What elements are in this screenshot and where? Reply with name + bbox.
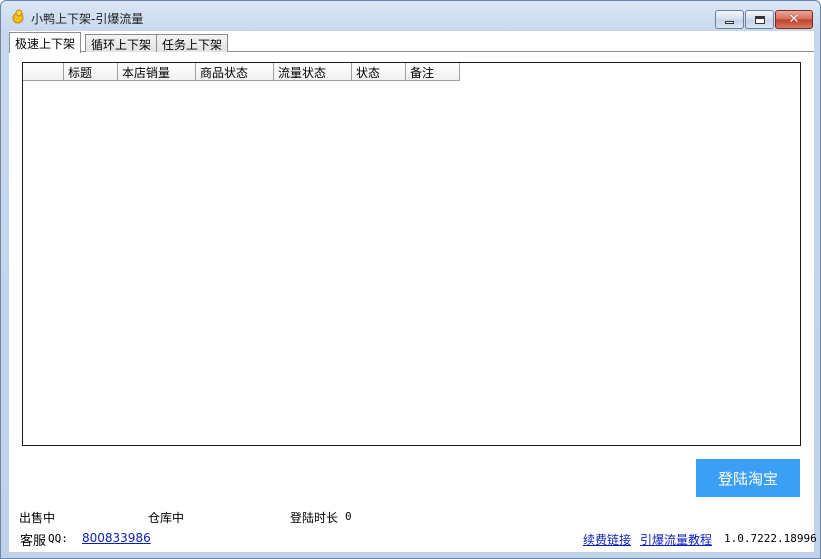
minimize-icon (725, 21, 734, 24)
column-header-remarks[interactable]: 备注 (406, 63, 460, 81)
login-duration-value: 0 (345, 510, 352, 523)
app-window: 小鸭上下架-引爆流量 ✕ 极速上下架 循环上下架 任务上下架 标题 本店销量 商… (0, 0, 821, 559)
minimize-button[interactable] (715, 10, 744, 29)
in-warehouse-label: 仓库中 (148, 511, 185, 525)
tab-label: 循环上下架 (91, 38, 152, 52)
support-label: 客服 (20, 534, 47, 549)
tab-loop-shelve[interactable]: 循环上下架 (85, 34, 158, 52)
renew-link[interactable]: 续费链接 (583, 531, 631, 548)
on-sale-label: 出售中 (19, 511, 56, 525)
version-label: 1.0.7222.18996 (724, 532, 817, 545)
grid-header: 标题 本店销量 商品状态 流量状态 状态 备注 (23, 63, 460, 81)
qq-label: QQ: (48, 532, 68, 545)
column-header-product-status[interactable]: 商品状态 (196, 63, 274, 81)
product-grid[interactable]: 标题 本店销量 商品状态 流量状态 状态 备注 (22, 62, 801, 446)
tutorial-link[interactable]: 引爆流量教程 (640, 531, 712, 548)
qq-number-link[interactable]: 800833986 (82, 531, 151, 545)
window-title: 小鸭上下架-引爆流量 (31, 12, 144, 26)
login-duration-label: 登陆时长 (290, 511, 339, 525)
tab-label: 任务上下架 (162, 38, 223, 52)
duck-icon (12, 9, 24, 24)
maximize-button[interactable] (745, 10, 774, 29)
column-header-status[interactable]: 状态 (352, 63, 406, 81)
column-header-title[interactable]: 标题 (64, 63, 118, 81)
close-icon: ✕ (788, 12, 800, 27)
close-button[interactable]: ✕ (775, 10, 813, 29)
column-header-store-sales[interactable]: 本店销量 (118, 63, 196, 81)
tab-task-shelve[interactable]: 任务上下架 (156, 34, 229, 52)
tab-fast-shelve[interactable]: 极速上下架 (9, 32, 82, 53)
tab-label: 极速上下架 (15, 37, 76, 51)
column-header-traffic-status[interactable]: 流量状态 (274, 63, 352, 81)
login-taobao-button[interactable]: 登陆淘宝 (696, 459, 800, 497)
maximize-icon (754, 15, 765, 24)
title-bar[interactable]: 小鸭上下架-引爆流量 ✕ (1, 1, 820, 31)
column-header-select[interactable] (23, 63, 64, 81)
